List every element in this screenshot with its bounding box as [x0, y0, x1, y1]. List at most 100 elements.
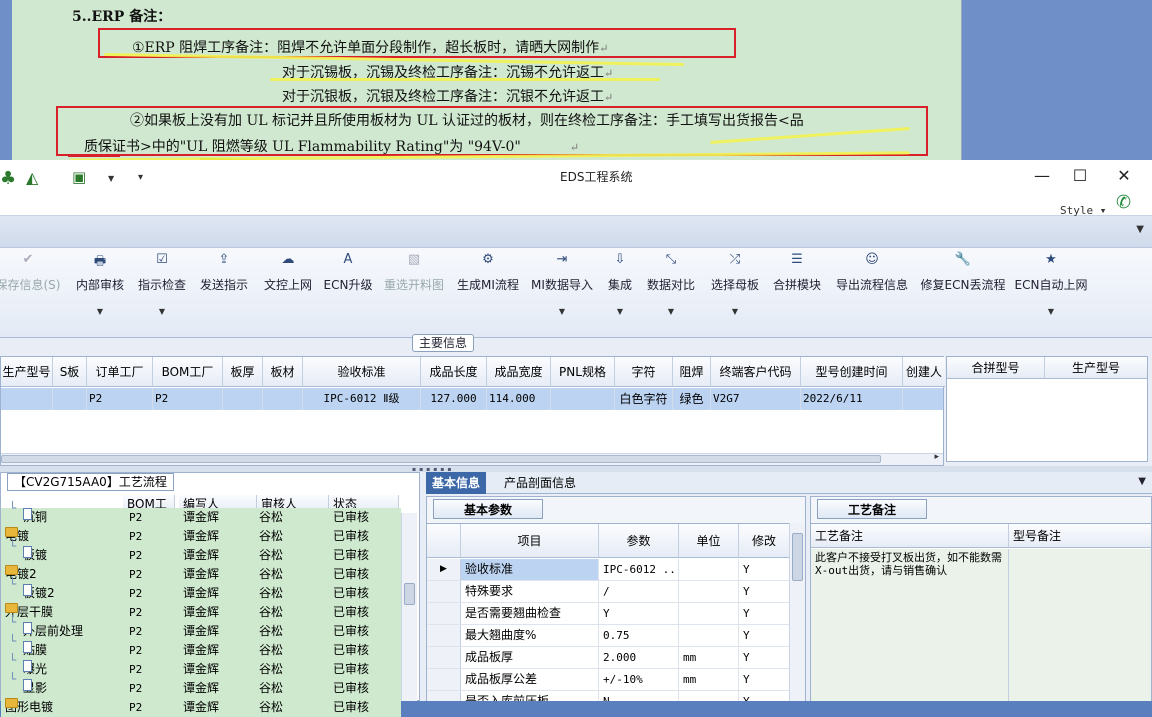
params-vertical-scrollbar[interactable] — [789, 523, 805, 701]
param-modify[interactable]: Y — [739, 691, 789, 701]
table-row[interactable]: 是否入库前压板N Y — [427, 691, 789, 701]
row-indicator[interactable] — [427, 625, 461, 646]
column-header[interactable]: 项目 — [461, 524, 599, 558]
tree-row[interactable]: 外层干膜 P2 谭金辉 谷松 已审核 — [1, 603, 401, 622]
mi-data-import-button[interactable]: ⇥ MI数据导入 ▼ — [530, 250, 594, 316]
tree-row[interactable]: └ 沉铜 P2 谭金辉 谷松 已审核 — [1, 501, 401, 527]
table-row[interactable]: 成品板厚 2.000 mm Y — [427, 647, 789, 669]
row-indicator[interactable] — [427, 669, 461, 690]
ecn-upgrade-button[interactable]: A ECN升级 — [322, 250, 374, 293]
param-modify[interactable]: Y — [739, 625, 789, 646]
indication-check-button[interactable]: ☑ 指示检查 ▼ — [136, 250, 188, 316]
column-header[interactable]: PNL规格 — [551, 357, 615, 387]
tree-row[interactable]: 电镀P2谭金辉谷松已审核 — [1, 527, 401, 546]
column-header[interactable]: 成品宽度 — [487, 357, 551, 387]
ecn-auto-online-button[interactable]: ★ ECN自动上网 ▼ — [1014, 250, 1088, 316]
reselect-cutting-map-button[interactable]: ▧ 重选开料图 — [382, 250, 446, 293]
table-cell[interactable] — [551, 388, 615, 410]
param-value[interactable]: N — [599, 691, 679, 701]
table-cell[interactable] — [53, 388, 87, 410]
maximize-button[interactable]: ☐ — [1068, 166, 1092, 188]
tree-row[interactable]: └ 板镀 P2 谭金辉 谷松 已审核 — [1, 539, 401, 565]
param-unit[interactable] — [679, 691, 739, 701]
tree-node-label[interactable]: 沉铜 — [23, 508, 47, 527]
param-unit[interactable] — [679, 581, 739, 602]
combine-module-button[interactable]: ☰ 合拼模块 — [770, 250, 824, 293]
param-modify[interactable]: Y — [739, 647, 789, 668]
param-modify[interactable]: Y — [739, 603, 789, 624]
scroll-thumb[interactable] — [404, 583, 415, 605]
column-header[interactable]: 生产型号 — [1045, 357, 1147, 379]
scroll-right-icon[interactable]: ▸ — [934, 452, 939, 462]
row-indicator[interactable]: ▶ — [427, 559, 461, 580]
tree-node-label[interactable]: 板镀 — [23, 546, 47, 565]
table-cell[interactable] — [903, 388, 943, 410]
horizontal-scrollbar[interactable]: ▸ — [1, 452, 943, 465]
tab-basic-info[interactable]: 基本信息 — [426, 472, 487, 494]
doc-control-online-button[interactable]: ☁ 文控上网 — [262, 250, 314, 293]
table-cell[interactable] — [223, 388, 263, 410]
column-header[interactable]: 订单工厂 — [87, 357, 153, 387]
table-cell[interactable]: 绿色 — [673, 388, 711, 410]
table-cell[interactable]: 白色字符 — [615, 388, 673, 410]
param-value[interactable]: 0.75 — [599, 625, 679, 646]
tabs-dropdown-icon[interactable]: ▼ — [1138, 476, 1146, 487]
param-value[interactable]: / — [599, 581, 679, 602]
param-modify[interactable]: Y — [739, 559, 789, 580]
generate-mi-flow-button[interactable]: ⚙ 生成MI流程 — [456, 250, 520, 293]
table-row[interactable]: 是否需要翘曲检查 Y Y — [427, 603, 789, 625]
param-unit[interactable] — [679, 559, 739, 580]
column-header[interactable]: 合拼型号 — [947, 357, 1045, 379]
dropdown-icon[interactable]: ▼ — [108, 174, 114, 183]
tree-row[interactable]: └ 板镀2 P2 谭金辉 谷松 已审核 — [1, 577, 401, 603]
column-header[interactable]: 字符 — [615, 357, 673, 387]
column-header[interactable]: 参数 — [599, 524, 679, 558]
column-header[interactable]: 修改 — [739, 524, 789, 558]
chart-icon[interactable]: ◭ — [26, 168, 38, 187]
ribbon-collapse-icon[interactable]: ▼ — [1136, 224, 1144, 235]
param-item[interactable]: 成品板厚公差 — [461, 669, 599, 690]
param-item[interactable]: 是否需要翘曲检查 — [461, 603, 599, 624]
column-header[interactable]: 终端客户代码 — [711, 357, 801, 387]
send-indication-button[interactable]: ⇪ 发送指示 — [198, 250, 250, 293]
data-compare-button[interactable]: ⤡ 数据对比 ▼ — [644, 250, 698, 316]
monitor-icon[interactable]: ▣ — [72, 168, 86, 186]
param-item[interactable]: 特殊要求 — [461, 581, 599, 602]
tree-row[interactable]: └ 外层前处理 P2 谭金辉 谷松 已审核 — [1, 615, 401, 641]
param-modify[interactable]: Y — [739, 669, 789, 690]
scroll-thumb[interactable] — [792, 533, 803, 581]
customize-icon[interactable]: ▾ — [138, 172, 143, 183]
column-header[interactable]: 生产型号 — [1, 357, 53, 387]
param-value[interactable]: 2.000 — [599, 647, 679, 668]
param-value[interactable]: +/-10% — [599, 669, 679, 690]
tree-node-label[interactable]: 外层前处理 — [23, 622, 83, 641]
column-header[interactable]: BOM工厂 — [153, 357, 223, 387]
process-remarks-tab[interactable]: 工艺备注 — [817, 499, 928, 519]
save-info-button[interactable]: ✔ 保存信息(S) — [0, 250, 64, 293]
row-indicator[interactable] — [427, 691, 461, 701]
tree-row[interactable]: └ 显影 P2 谭金辉 谷松 已审核 — [1, 672, 401, 698]
param-item[interactable]: 最大翘曲度% — [461, 625, 599, 646]
param-unit[interactable] — [679, 625, 739, 646]
param-value[interactable]: IPC-6012 ... — [599, 559, 679, 580]
column-header[interactable]: 工艺备注 — [811, 524, 1009, 548]
process-flow-tab[interactable]: 【CV2G715AA0】工艺流程 — [7, 473, 174, 491]
integrate-button[interactable]: ⇩ 集成 ▼ — [604, 250, 636, 316]
phone-icon[interactable]: ✆ — [1116, 192, 1131, 213]
table-cell[interactable]: V2G7 — [711, 388, 801, 410]
column-header[interactable]: 板材 — [263, 357, 303, 387]
param-value[interactable]: Y — [599, 603, 679, 624]
select-mother-board-button[interactable]: ⤮ 选择母板 ▼ — [708, 250, 762, 316]
table-cell[interactable]: 127.000 — [421, 388, 487, 410]
tree-icon[interactable]: ♣ — [0, 168, 16, 189]
param-item[interactable]: 是否入库前压板 — [461, 691, 599, 701]
internal-review-button[interactable]: 🖶 内部审核 ▼ — [74, 250, 126, 316]
param-unit[interactable] — [679, 603, 739, 624]
table-cell[interactable]: 114.000 — [487, 388, 551, 410]
export-flow-info-button[interactable]: ☺ 导出流程信息 — [832, 250, 912, 293]
column-header[interactable]: 验收标准 — [303, 357, 421, 387]
table-cell[interactable] — [1, 388, 53, 410]
column-header[interactable]: 单位 — [679, 524, 739, 558]
column-header[interactable]: 型号创建时间 — [801, 357, 903, 387]
param-unit[interactable]: mm — [679, 669, 739, 690]
